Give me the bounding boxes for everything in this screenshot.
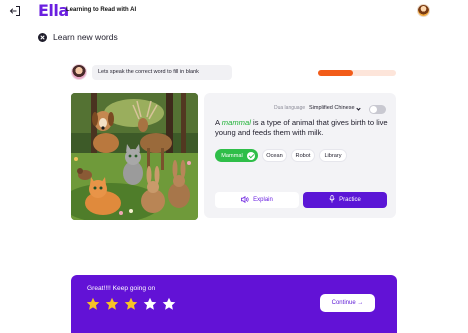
app-logo[interactable]: Ella (38, 1, 69, 20)
option-chip-selected[interactable]: Mammal (215, 149, 258, 162)
option-label: Mammal (221, 153, 243, 159)
assistant-speech-bubble: Lets speak the correct word to fill in b… (92, 65, 232, 80)
logout-arrow-icon[interactable] (9, 5, 21, 17)
forest-animals-image (71, 93, 198, 220)
star-icon (162, 297, 176, 310)
star-icon (143, 297, 157, 310)
star-icon (86, 297, 100, 310)
practice-button[interactable]: Practice (303, 192, 387, 208)
top-bar: Ella Learning to Read with AI (0, 0, 468, 22)
explain-label: Explain (253, 197, 273, 203)
star-icon (105, 297, 119, 310)
question-sentence: A mammal is a type of animal that gives … (215, 118, 390, 138)
continue-label: Continue (331, 300, 356, 306)
assistant-avatar (71, 64, 87, 80)
close-icon[interactable] (38, 33, 47, 42)
microphone-icon (329, 195, 335, 204)
animals-illustration (71, 93, 198, 220)
dual-language-label: Dua language (274, 105, 306, 111)
arrow-right-icon: → (357, 300, 364, 306)
option-chip[interactable]: Ocean (262, 149, 287, 162)
practice-label: Practice (339, 197, 361, 203)
continue-button[interactable]: Continue → (320, 294, 375, 312)
check-icon (247, 152, 255, 160)
page-title: Learn new words (53, 32, 118, 42)
dual-language-select[interactable]: Simplified Chinese (309, 105, 355, 111)
speaker-icon (241, 195, 249, 203)
app-tagline: Learning to Read with AI (66, 7, 137, 13)
user-avatar[interactable] (417, 4, 430, 17)
feedback-message: Great!!!! Keep going on (87, 285, 156, 292)
dual-language-toggle[interactable] (369, 105, 386, 114)
option-chip[interactable]: Library (319, 149, 347, 162)
star-icon (124, 297, 138, 310)
option-chip[interactable]: Robot (291, 149, 315, 162)
progress-fill (318, 70, 354, 76)
explain-button[interactable]: Explain (215, 192, 299, 208)
highlighted-word: mammal (221, 118, 251, 127)
sentence-before: A (215, 118, 222, 127)
